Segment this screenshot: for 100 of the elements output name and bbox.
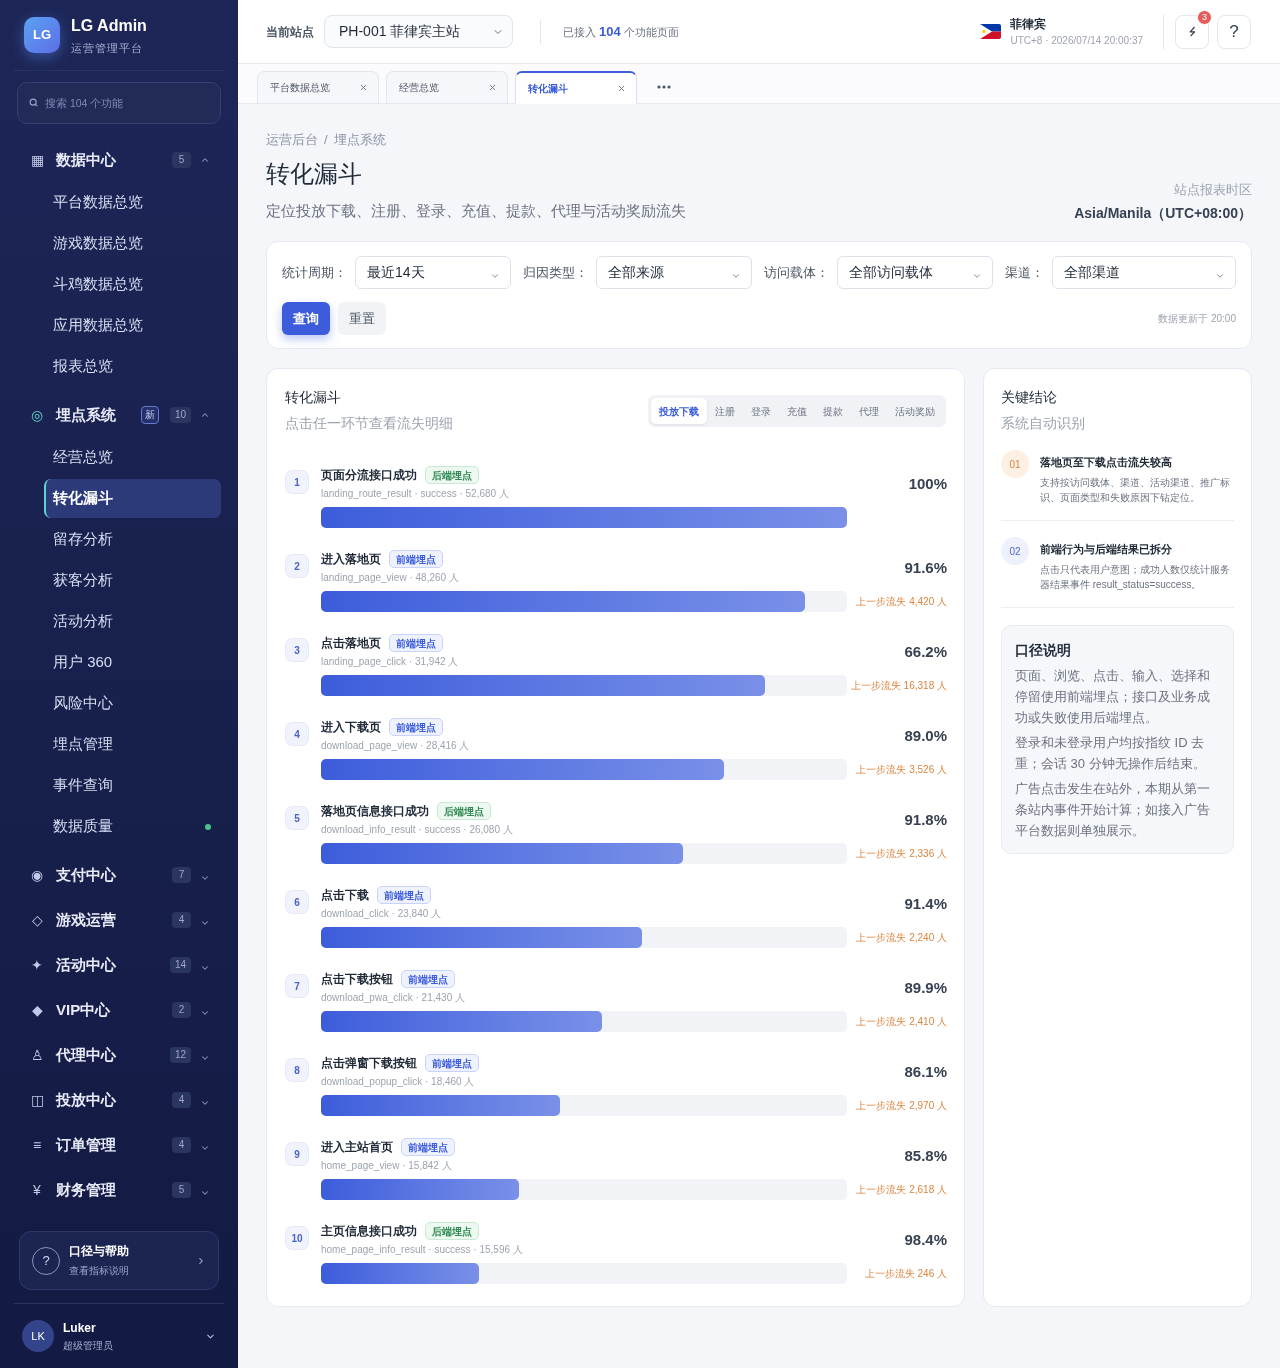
nav-group-title[interactable]: 活动中心 xyxy=(56,954,170,975)
filter-select[interactable]: 全部来源 xyxy=(596,256,752,289)
page-tab[interactable]: 转化漏斗 xyxy=(515,71,637,104)
drop-off-text: 上一步流失 2,336 人 xyxy=(856,847,947,861)
app-logo: LG xyxy=(24,17,60,53)
nav-item[interactable]: 埋点管理 xyxy=(44,725,221,764)
conversion-rate: 91.6% xyxy=(904,559,947,576)
conversion-rate: 91.4% xyxy=(904,895,947,912)
step-name[interactable]: 进入主站首页 xyxy=(321,1138,393,1156)
count-badge: 4 xyxy=(172,1091,191,1108)
drop-off-text: 上一步流失 3,526 人 xyxy=(856,763,947,777)
yen-icon: ¥ xyxy=(30,1182,44,1197)
event-tag: 前端埋点 xyxy=(401,1138,455,1156)
step-name[interactable]: 点击弹窗下载按钮 xyxy=(321,1054,417,1072)
page-subtitle: 定位投放下载、注册、登录、充值、提款、代理与活动奖励流失 xyxy=(266,201,686,221)
close-icon[interactable] xyxy=(488,83,497,92)
event-tag: 前端埋点 xyxy=(389,718,443,736)
step-name[interactable]: 点击下载按钮 xyxy=(321,970,393,988)
drop-off-text: 上一步流失 2,240 人 xyxy=(856,931,947,945)
step-number: 1 xyxy=(285,470,309,494)
help-button[interactable]: ? xyxy=(1217,14,1251,49)
reset-button[interactable]: 重置 xyxy=(338,302,386,335)
nav-group-title[interactable]: 游戏运营 xyxy=(56,909,172,930)
radio-icon: ◉ xyxy=(30,867,44,882)
nav-item[interactable]: 获客分析 xyxy=(44,561,221,600)
stage-tab[interactable]: 充值 xyxy=(779,398,815,424)
step-name[interactable]: 页面分流接口成功 xyxy=(321,466,417,484)
page-tab[interactable]: 经营总览 xyxy=(386,71,508,104)
region-time: UTC+8 · 2026/07/14 20:00:37 xyxy=(1010,34,1143,47)
nav-group-title[interactable]: 代理中心 xyxy=(56,1044,170,1065)
drop-off-text: 上一步流失 2,970 人 xyxy=(856,1099,947,1113)
step-name[interactable]: 进入落地页 xyxy=(321,550,381,568)
nav-item[interactable]: 活动分析 xyxy=(44,602,221,641)
step-meta: download_page_view · 28,416 人 xyxy=(321,739,471,752)
drop-off-text: 上一步流失 16,318 人 xyxy=(850,679,947,693)
submit-button[interactable]: 查询 xyxy=(282,302,330,335)
nav-group-title[interactable]: 埋点系统 xyxy=(56,404,141,425)
nav-group-title[interactable]: 订单管理 xyxy=(56,1134,172,1155)
step-name[interactable]: 主页信息接口成功 xyxy=(321,1222,417,1240)
site-select[interactable]: PH-001 菲律宾主站 xyxy=(324,15,513,48)
conversion-rate: 100% xyxy=(908,475,947,492)
nav-group-title[interactable]: 投放中心 xyxy=(56,1089,172,1110)
nav-group-title[interactable]: 财务管理 xyxy=(56,1179,172,1200)
nav-item[interactable]: 风险中心 xyxy=(44,684,221,723)
filter-select[interactable]: 全部渠道 xyxy=(1052,256,1236,289)
nav-item[interactable]: 报表总览 xyxy=(44,347,221,386)
nav-group-title[interactable]: 支付中心 xyxy=(56,864,172,885)
count-badge: 4 xyxy=(172,1136,191,1153)
nav-item[interactable]: 经营总览 xyxy=(44,438,221,477)
close-icon[interactable] xyxy=(617,83,626,93)
page-tab[interactable]: 平台数据总览 xyxy=(257,71,379,104)
region-name: 菲律宾 xyxy=(1010,16,1048,32)
drop-off-text: 上一步流失 4,420 人 xyxy=(856,595,947,609)
step-name[interactable]: 点击落地页 xyxy=(321,634,381,652)
nav-item[interactable]: 留存分析 xyxy=(44,520,221,559)
nav-group-title[interactable]: VIP中心 xyxy=(56,999,172,1020)
page-title: 转化漏斗 xyxy=(266,159,363,189)
nav-item[interactable]: 用户 360 xyxy=(44,643,221,682)
nav-item[interactable]: 平台数据总览 xyxy=(44,183,221,222)
filter-label: 归因类型： xyxy=(523,263,588,282)
nav-item[interactable]: 数据质量 xyxy=(44,807,221,846)
nav-item[interactable]: 应用数据总览 xyxy=(44,306,221,345)
site-label: 当前站点 xyxy=(266,23,314,41)
count-badge: 10 xyxy=(169,406,191,423)
card-title: 转化漏斗 xyxy=(285,388,342,406)
help-card[interactable]: ? 口径与帮助 查看指标说明 xyxy=(19,1231,219,1290)
count-badge: 5 xyxy=(172,151,191,168)
filter-select[interactable]: 最近14天 xyxy=(355,256,511,289)
stage-tab[interactable]: 代理 xyxy=(851,398,887,424)
stage-tab[interactable]: 投放下载 xyxy=(651,398,707,424)
filter-label: 渠道： xyxy=(1005,263,1044,282)
step-name[interactable]: 点击下载 xyxy=(321,886,369,904)
nav-group-title[interactable]: 数据中心 xyxy=(56,149,172,170)
step-name[interactable]: 进入下载页 xyxy=(321,718,381,736)
close-icon[interactable] xyxy=(359,83,368,92)
drop-off-text: 上一步流失 2,618 人 xyxy=(856,1183,947,1197)
stage-tab[interactable]: 注册 xyxy=(707,398,743,424)
filter-label: 访问载体： xyxy=(764,263,829,282)
more-icon[interactable] xyxy=(657,85,671,89)
event-tag: 后端埋点 xyxy=(425,466,479,484)
stage-tab[interactable]: 登录 xyxy=(743,398,779,424)
step-number: 6 xyxy=(285,890,309,914)
user-role: 超级管理员 xyxy=(63,1338,114,1352)
search-field[interactable]: 搜索 104 个功能 xyxy=(17,82,221,124)
insight-text: 点击只代表用户意图；成功人数仅统计服务器结果事件 result_status=success。 xyxy=(1040,563,1231,592)
nav-item[interactable]: 转化漏斗 xyxy=(44,479,221,518)
breadcrumb-separator: / xyxy=(324,131,328,149)
nav-item[interactable]: 事件查询 xyxy=(44,766,221,805)
nav-item[interactable]: 游戏数据总览 xyxy=(44,224,221,263)
stage-tab[interactable]: 活动奖励 xyxy=(887,398,943,424)
timezone-value: Asia/Manila（UTC+08:00） xyxy=(1074,204,1252,222)
step-meta: download_info_result · success · 26,080 人 xyxy=(321,823,514,836)
columns-icon: ◫ xyxy=(30,1092,44,1107)
note-text: 登录和未登录用户均按指纹 ID 去重；会话 30 分钟无操作后结束。 xyxy=(1015,734,1207,773)
stage-tab[interactable]: 提款 xyxy=(815,398,851,424)
insight-number: 02 xyxy=(1001,537,1029,565)
nav-item[interactable]: 斗鸡数据总览 xyxy=(44,265,221,304)
filter-select[interactable]: 全部访问载体 xyxy=(837,256,993,289)
note-text: 页面、浏览、点击、输入、选择和停留使用前端埋点；接口及业务成功或失败使用后端埋点。 xyxy=(1015,667,1211,727)
step-name[interactable]: 落地页信息接口成功 xyxy=(321,802,429,820)
